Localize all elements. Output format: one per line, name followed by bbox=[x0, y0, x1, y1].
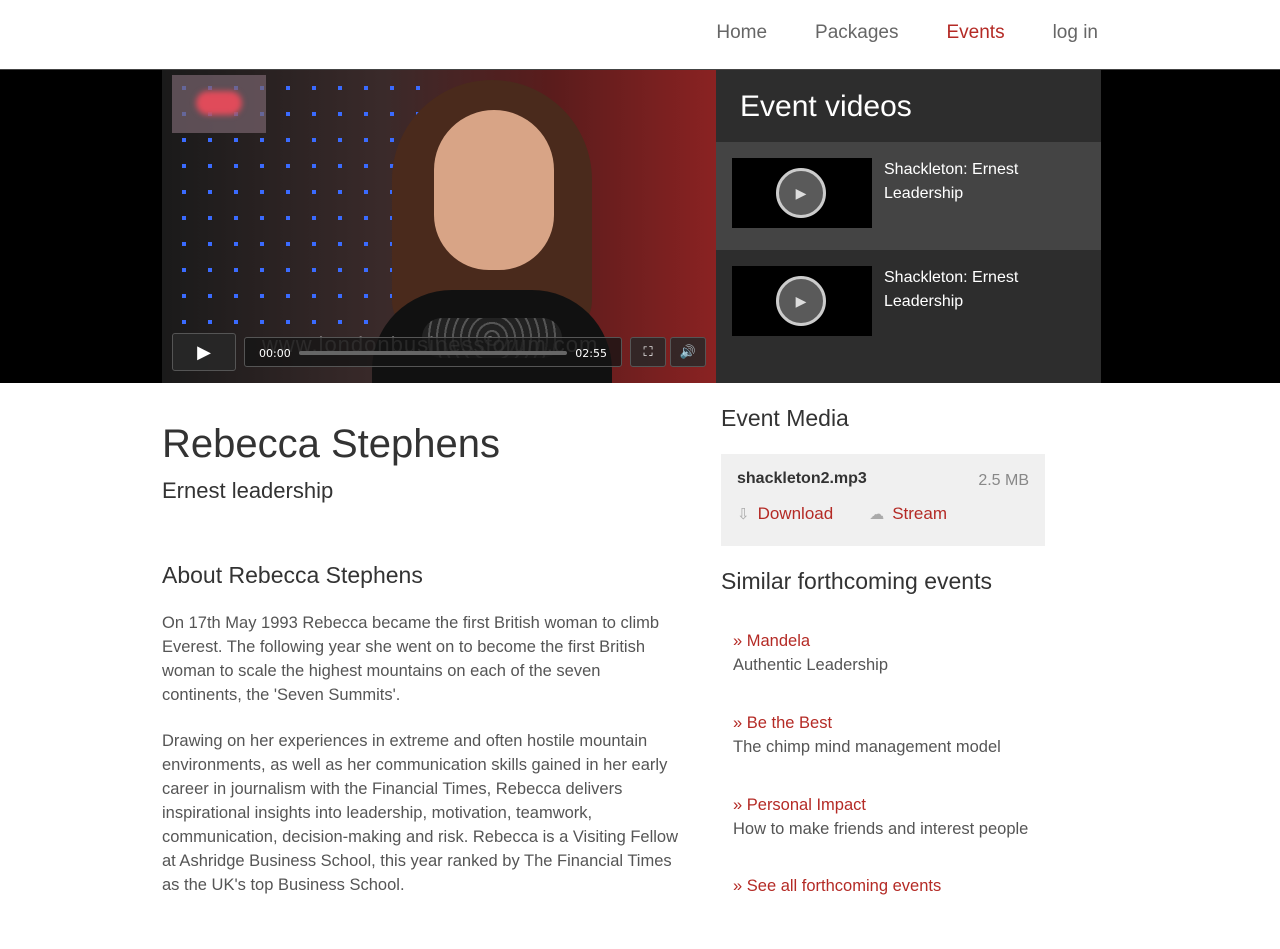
fullscreen-button[interactable]: ⛶ bbox=[630, 337, 666, 367]
play-circle-icon: ▶ bbox=[776, 276, 826, 326]
nav-packages[interactable]: Packages bbox=[815, 22, 898, 44]
similar-event-link[interactable]: » Personal Impact bbox=[733, 793, 1045, 817]
download-icon: ⇩ bbox=[737, 506, 750, 523]
play-button[interactable]: ▶ bbox=[172, 333, 236, 371]
main-nav: Home Packages Events log in bbox=[668, 22, 1098, 44]
talk-title: Ernest leadership bbox=[162, 478, 334, 503]
download-link[interactable]: ⇩ Download bbox=[737, 504, 833, 524]
sidebar: Event Media shackleton2.mp3 2.5 MB ⇩ Dow… bbox=[721, 405, 1045, 896]
speaker-content: Rebecca Stephens Ernest leadership About… bbox=[162, 420, 682, 897]
bio-paragraph-1: On 17th May 1993 Rebecca became the firs… bbox=[162, 614, 660, 704]
video-player[interactable]: www.londonbusinessforum.com ▶ 00:00 02:5… bbox=[162, 70, 716, 383]
video-seek-track[interactable] bbox=[299, 351, 567, 355]
similar-event-subtitle: The chimp mind management model bbox=[733, 738, 1001, 756]
play-icon: ▶ bbox=[197, 341, 211, 362]
about-heading: About Rebecca Stephens bbox=[162, 562, 423, 588]
video-title[interactable]: Shackleton: Ernest Leadership bbox=[884, 266, 1084, 314]
cloud-icon: ☁ bbox=[869, 506, 885, 523]
video-list-item[interactable]: ▶ Shackleton: Ernest Leadership bbox=[716, 142, 1101, 250]
video-thumbnail[interactable]: ▶ bbox=[732, 266, 872, 336]
video-thumbnail[interactable]: ▶ bbox=[732, 158, 872, 228]
blurred-logo bbox=[172, 75, 266, 133]
fullscreen-icon: ⛶ bbox=[643, 344, 653, 359]
stream-link[interactable]: ☁ Stream bbox=[869, 504, 947, 524]
video-title[interactable]: Shackleton: Ernest Leadership bbox=[884, 158, 1084, 206]
similar-event-subtitle: How to make friends and interest people bbox=[733, 820, 1029, 838]
similar-events-heading: Similar forthcoming events bbox=[721, 568, 992, 594]
download-label: Download bbox=[757, 504, 834, 523]
volume-button[interactable]: 🔊 bbox=[670, 337, 706, 367]
event-videos-panel: Event videos ▶ Shackleton: Ernest Leader… bbox=[716, 70, 1101, 383]
similar-event-subtitle: Authentic Leadership bbox=[733, 656, 889, 674]
time-total: 02:55 bbox=[575, 347, 607, 360]
nav-home[interactable]: Home bbox=[716, 22, 767, 44]
video-list-item[interactable]: ▶ Shackleton: Ernest Leadership bbox=[716, 250, 1101, 358]
video-timebar[interactable]: 00:00 02:55 bbox=[244, 337, 622, 367]
similar-event-item: » Mandela Authentic Leadership bbox=[733, 629, 1045, 677]
see-all-events-link[interactable]: » See all forthcoming events bbox=[733, 877, 1045, 896]
event-videos-title: Event videos bbox=[740, 90, 912, 123]
similar-event-item: » Be the Best The chimp mind management … bbox=[733, 711, 1045, 759]
bio-paragraph-2: Drawing on her experiences in extreme an… bbox=[162, 732, 679, 894]
nav-login[interactable]: log in bbox=[1053, 22, 1098, 44]
media-file-card: shackleton2.mp3 2.5 MB ⇩ Download ☁ Stre… bbox=[721, 454, 1045, 546]
site-header: Home Packages Events log in bbox=[0, 0, 1280, 70]
video-controls: ▶ 00:00 02:55 ⛶ 🔊 bbox=[172, 333, 706, 371]
speaker-name: Rebecca Stephens bbox=[162, 422, 501, 466]
similar-event-item: » Personal Impact How to make friends an… bbox=[733, 793, 1045, 841]
similar-event-link[interactable]: » Be the Best bbox=[733, 711, 1045, 735]
nav-events[interactable]: Events bbox=[946, 22, 1004, 44]
event-media-heading: Event Media bbox=[721, 405, 849, 431]
stream-label: Stream bbox=[892, 504, 947, 523]
time-current: 00:00 bbox=[259, 347, 291, 360]
media-file-size: 2.5 MB bbox=[978, 472, 1029, 489]
hero-band: www.londonbusinessforum.com ▶ 00:00 02:5… bbox=[0, 70, 1280, 383]
volume-icon: 🔊 bbox=[679, 344, 697, 359]
play-circle-icon: ▶ bbox=[776, 168, 826, 218]
media-actions: ⇩ Download ☁ Stream bbox=[737, 504, 1029, 524]
similar-event-link[interactable]: » Mandela bbox=[733, 629, 1045, 653]
